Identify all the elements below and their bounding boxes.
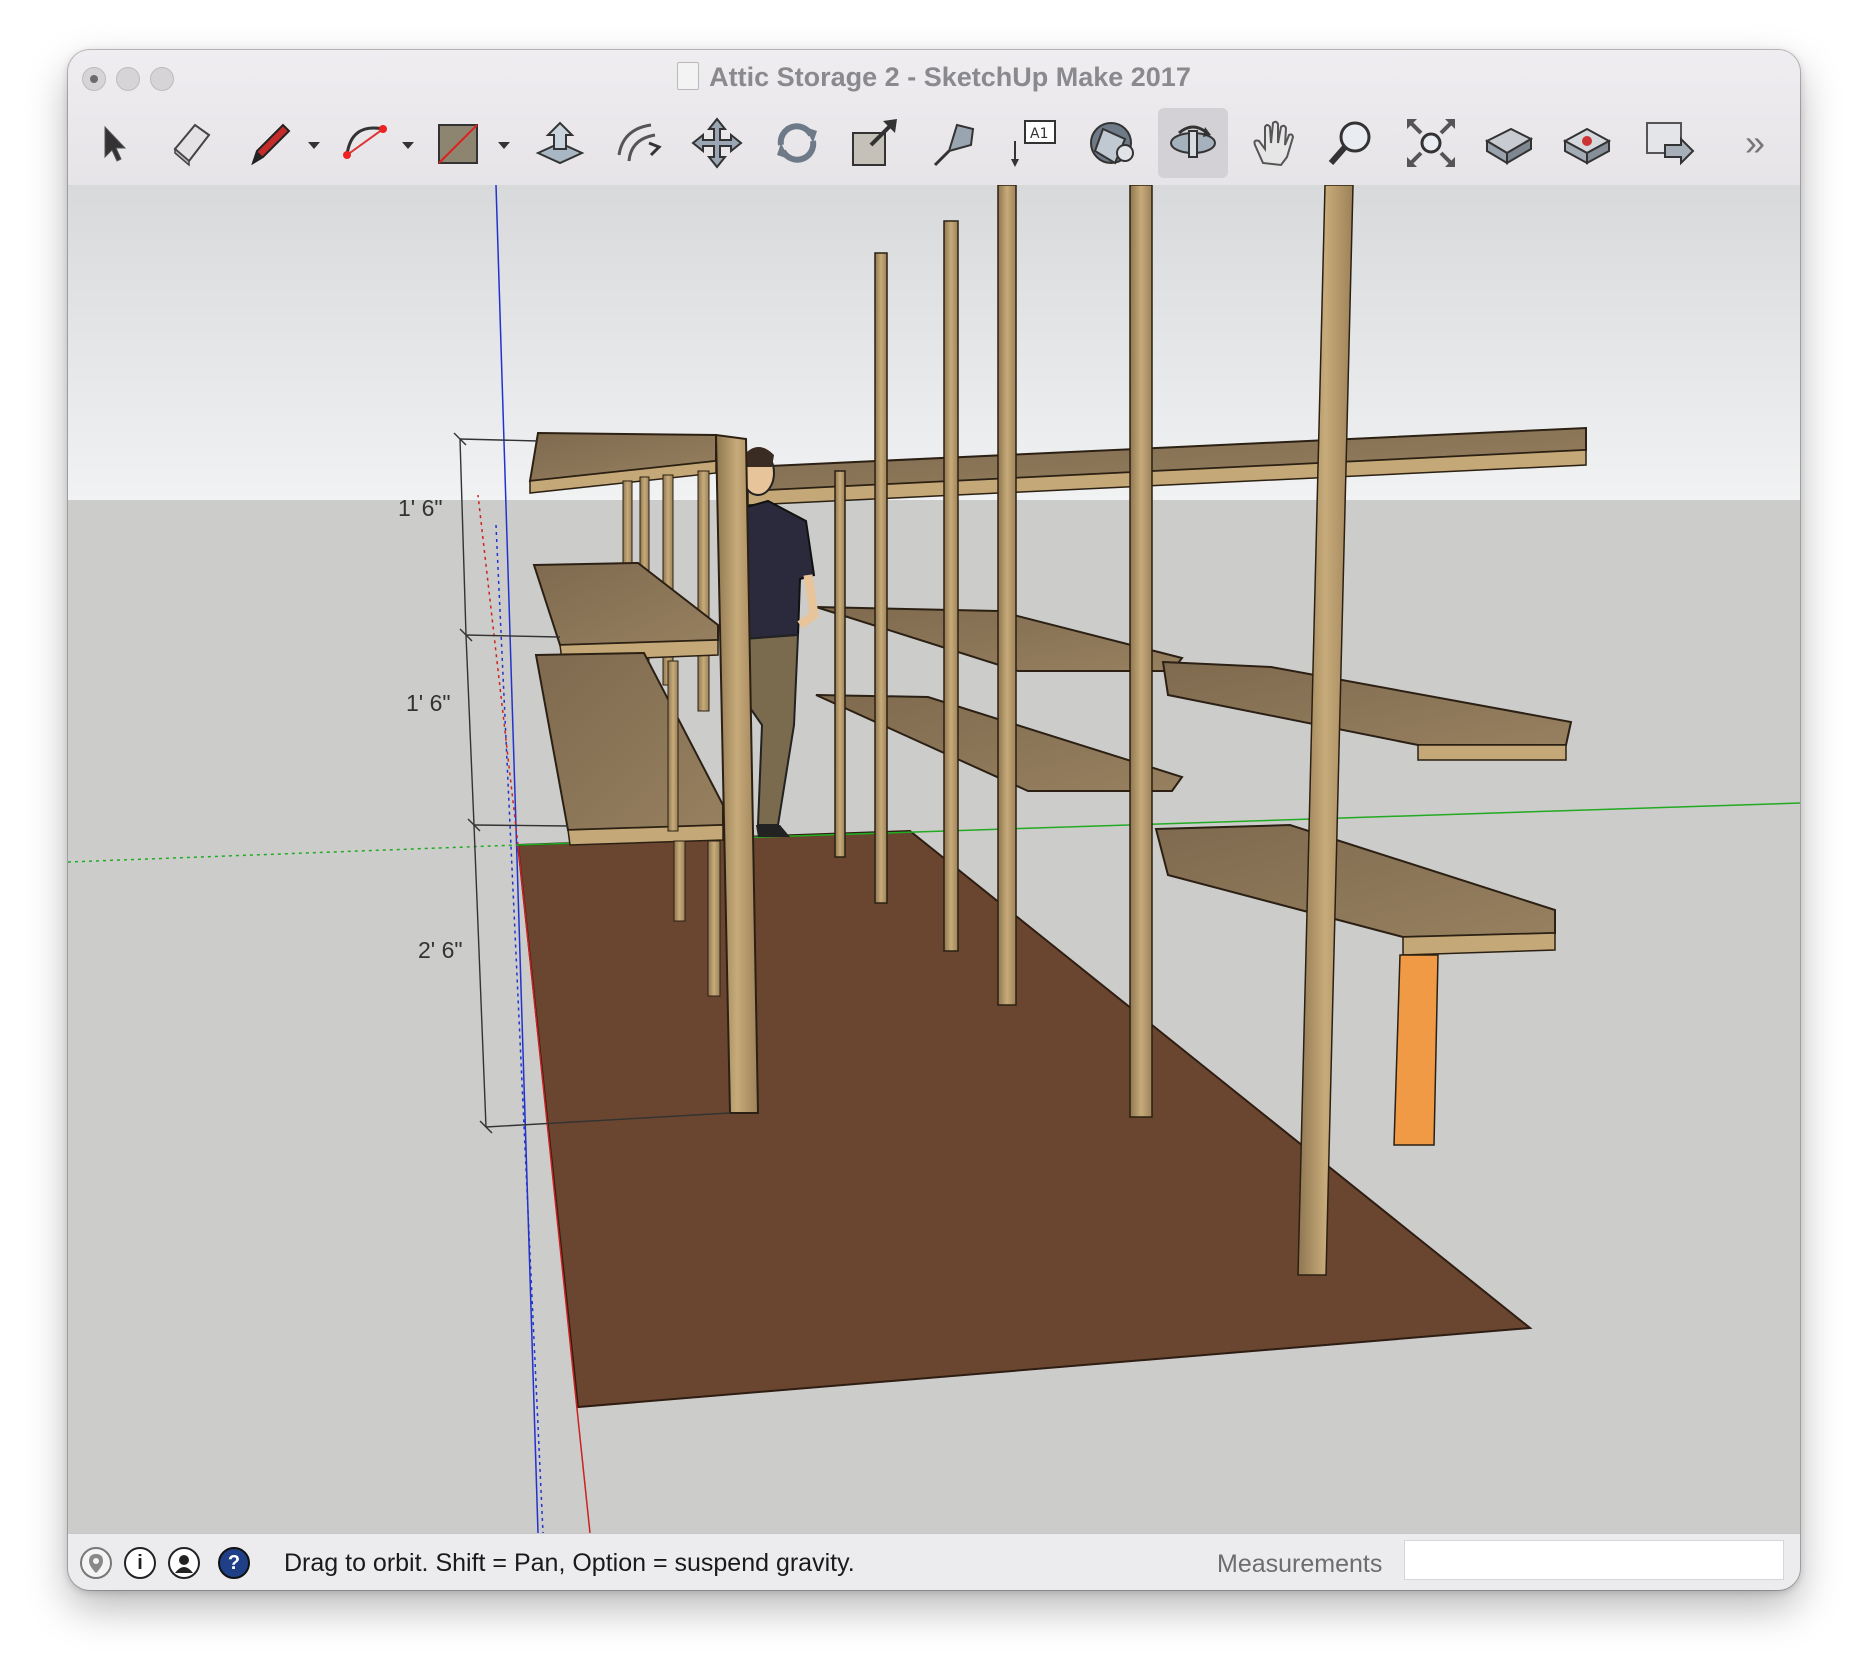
- offset-tool[interactable]: [604, 108, 674, 178]
- offset-icon: [617, 123, 662, 162]
- orbit-tool[interactable]: [1158, 108, 1228, 178]
- zoom-extents-tool[interactable]: [1396, 108, 1466, 178]
- scale-icon: [852, 119, 897, 166]
- move-arrows-icon: [691, 117, 743, 169]
- zoom-extents-icon: [1407, 119, 1455, 167]
- tape-measure-icon: [933, 123, 975, 167]
- help-icon[interactable]: ?: [218, 1547, 250, 1579]
- rectangle-icon: [438, 124, 478, 164]
- user-account-icon[interactable]: [168, 1547, 200, 1579]
- left-leg-1: [667, 660, 679, 832]
- info-icon[interactable]: i: [124, 1547, 156, 1579]
- toolbar-overflow-button[interactable]: »: [1730, 108, 1780, 178]
- rotate-icon: [777, 123, 817, 163]
- line-tool[interactable]: [236, 108, 306, 178]
- push-pull-icon: [535, 121, 585, 165]
- rectangle-tool-dropdown[interactable]: [498, 142, 510, 149]
- left-leg-3: [707, 840, 721, 997]
- window-title: Attic Storage 2 - SketchUp Make 2017: [68, 62, 1800, 93]
- tape-measure-tool[interactable]: [920, 108, 990, 178]
- back-post-4: [834, 470, 846, 858]
- paint-bucket-tool[interactable]: [1078, 108, 1148, 178]
- back-post-3: [997, 185, 1017, 1006]
- dimension-label-bottom: 2' 6": [418, 937, 463, 963]
- dimension-label-middle: 1' 6": [406, 690, 451, 716]
- measurements-input[interactable]: [1404, 1540, 1784, 1580]
- orbit-icon: [1170, 125, 1216, 158]
- text-tool[interactable]: A1: [998, 108, 1068, 178]
- arrow-cursor-icon: [104, 125, 127, 162]
- layout-icon: [1646, 122, 1695, 166]
- 3d-warehouse-tool[interactable]: [1474, 108, 1544, 178]
- right-post-1: [1129, 185, 1153, 1118]
- extension-warehouse-tool[interactable]: [1552, 108, 1622, 178]
- model-scene: [68, 185, 1800, 1533]
- eraser-tool[interactable]: [156, 108, 226, 178]
- paint-bucket-icon: [1090, 122, 1134, 165]
- svg-text:A1: A1: [1030, 126, 1048, 142]
- 3d-viewport[interactable]: 1' 6" 1' 6" 2' 6": [68, 185, 1800, 1533]
- pan-tool[interactable]: [1238, 108, 1308, 178]
- geo-location-icon[interactable]: [80, 1547, 112, 1579]
- text-label-icon: A1: [1011, 120, 1056, 167]
- back-post-1: [874, 252, 888, 904]
- zoom-tool[interactable]: [1316, 108, 1386, 178]
- rotate-tool[interactable]: [762, 108, 832, 178]
- move-tool[interactable]: [682, 108, 752, 178]
- magnifier-icon: [1328, 121, 1371, 165]
- orange-block: [1393, 954, 1439, 1146]
- left-inner-post-4: [697, 470, 710, 712]
- scale-tool[interactable]: [840, 108, 910, 178]
- select-tool[interactable]: [78, 108, 148, 178]
- mid-right-shelf-edge: [1417, 744, 1567, 761]
- titlebar: Attic Storage 2 - SketchUp Make 2017 A1 …: [68, 50, 1800, 186]
- app-window: Attic Storage 2 - SketchUp Make 2017 A1 …: [68, 50, 1800, 1590]
- arc-tool[interactable]: [330, 108, 400, 178]
- arc-icon: [343, 125, 387, 159]
- eraser-icon: [173, 123, 211, 167]
- measurements-label: Measurements: [1217, 1550, 1383, 1578]
- status-bar: i ? Drag to orbit. Shift = Pan, Option =…: [68, 1533, 1800, 1590]
- document-icon: [677, 62, 700, 90]
- warehouse-icon: [1484, 127, 1534, 165]
- extension-warehouse-icon: [1562, 127, 1612, 165]
- arc-tool-dropdown[interactable]: [402, 142, 414, 149]
- hand-icon: [1253, 120, 1295, 167]
- left-leg-2: [673, 840, 686, 922]
- dimension-label-top: 1' 6": [398, 495, 443, 521]
- line-tool-dropdown[interactable]: [308, 142, 320, 149]
- back-post-2: [943, 220, 959, 952]
- rectangle-tool[interactable]: [423, 108, 493, 178]
- main-toolbar: A1 »: [68, 104, 1800, 184]
- pencil-icon: [251, 123, 291, 166]
- send-to-layout-tool[interactable]: [1634, 108, 1704, 178]
- status-message: Drag to orbit. Shift = Pan, Option = sus…: [284, 1549, 855, 1577]
- push-pull-tool[interactable]: [525, 108, 595, 178]
- window-title-text: Attic Storage 2 - SketchUp Make 2017: [709, 62, 1191, 92]
